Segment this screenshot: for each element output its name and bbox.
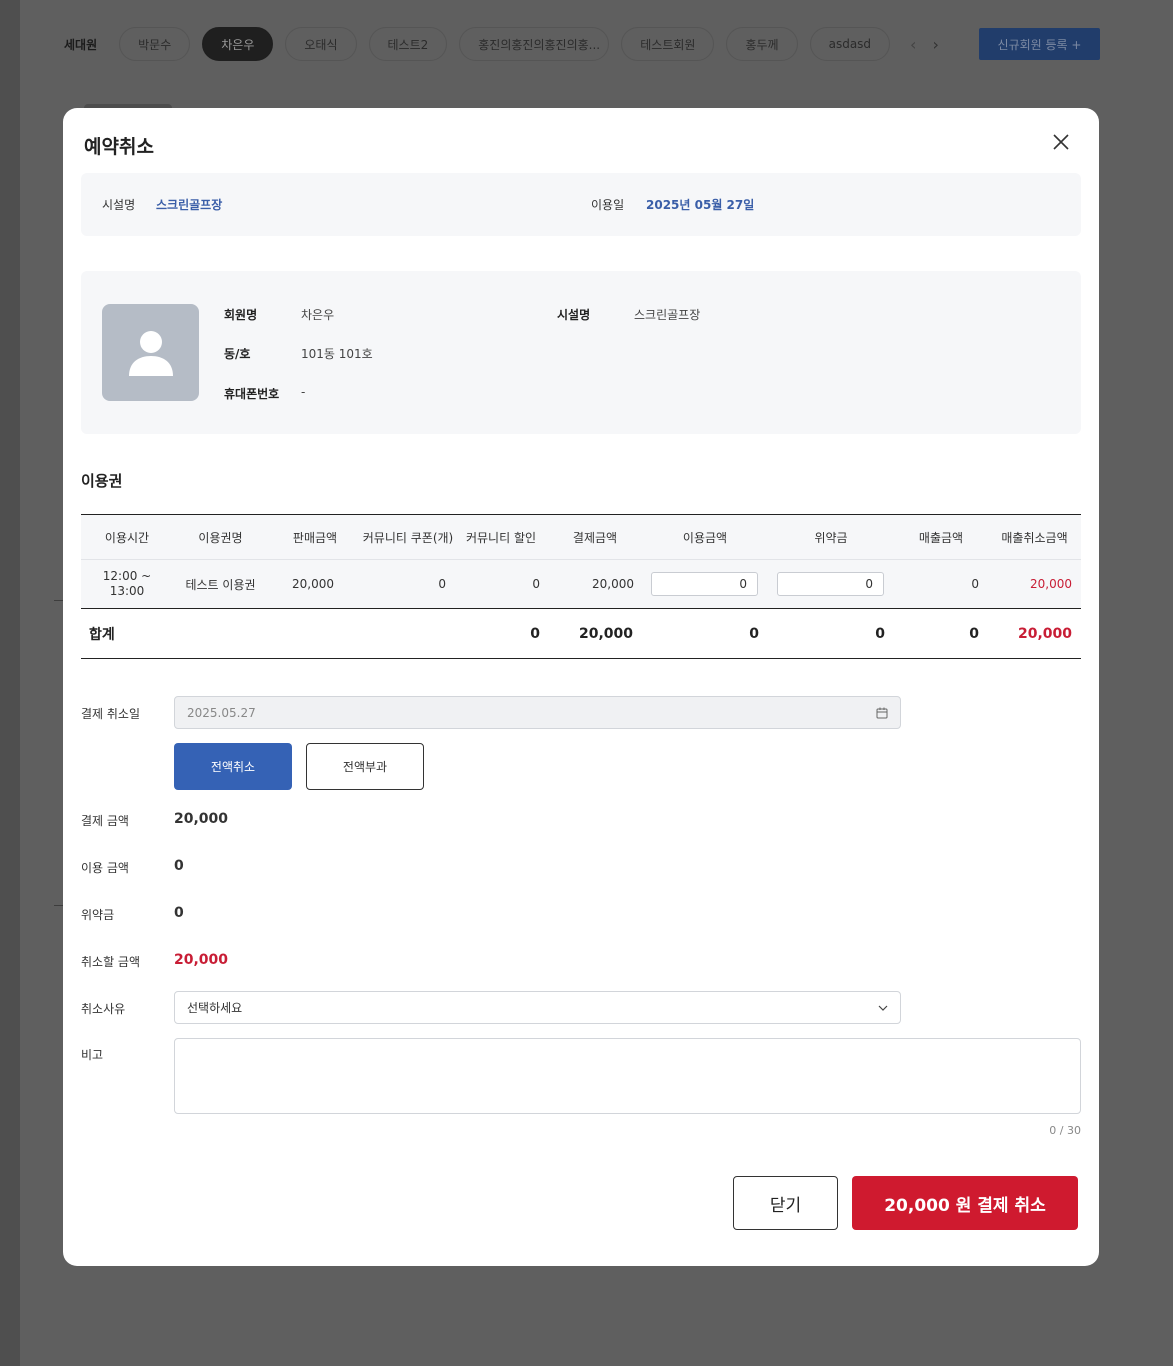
phone-value: - — [301, 385, 306, 399]
total-payment-amount: 20,000 — [578, 625, 633, 642]
sidebar-edge — [0, 0, 20, 1366]
full-charge-button[interactable]: 전액부과 — [306, 743, 424, 790]
usage-amount-cell — [651, 560, 759, 608]
column-header: 커뮤니티 할인 — [465, 530, 537, 545]
unit-label: 동/호 — [224, 347, 251, 361]
member-bar-label: 세대원 — [64, 37, 98, 52]
member-chip-active[interactable]: 차은우 — [202, 27, 274, 61]
sale-amount: 20,000 — [292, 577, 334, 591]
date-label: 이용일 — [591, 198, 625, 212]
penalty-label: 위약금 — [81, 908, 115, 922]
penalty-cell — [777, 560, 885, 608]
cancel-reservation-modal: 예약취소 시설명 스크린골프장 이용일 2025년 05월 27일 회원명 차은… — [63, 108, 1099, 1266]
member-facility-value: 스크린골프장 — [634, 308, 701, 322]
member-chip[interactable]: asdasd — [809, 27, 891, 61]
total-sales-cancel-amount: 20,000 — [1017, 625, 1072, 642]
member-chip[interactable]: 오태식 — [285, 27, 357, 61]
close-icon[interactable] — [1049, 130, 1073, 154]
column-header: 커뮤니티 쿠폰(개) — [362, 530, 454, 545]
chevron-down-icon — [878, 1005, 888, 1011]
member-facility-label: 시설명 — [557, 308, 591, 322]
table-total-row: 합계 0 20,000 0 0 0 20,000 — [81, 609, 1081, 659]
total-community-discount: 0 — [530, 625, 540, 642]
column-header: 판매금액 — [292, 530, 338, 545]
user-icon — [128, 330, 173, 376]
table-row: 12:00 ~ 13:00 테스트 이용권 20,000 0 0 20,000 … — [81, 560, 1081, 609]
cancel-date-label: 결제 취소일 — [81, 707, 141, 721]
ticket-section-title: 이용권 — [81, 472, 123, 490]
phone-label: 휴대폰번호 — [224, 387, 280, 401]
member-chip[interactable]: 테스트회원 — [621, 27, 715, 61]
member-name-label: 회원명 — [224, 308, 258, 322]
cancel-amount-value: 20,000 — [174, 952, 229, 968]
ticket-name: 테스트 이용권 — [185, 577, 256, 592]
sales-cancel-amount: 20,000 — [1030, 577, 1072, 591]
penalty-input[interactable] — [777, 572, 884, 596]
new-member-button[interactable]: 신규회원 등록 + — [979, 28, 1100, 60]
member-chip[interactable]: 박문수 — [119, 27, 191, 61]
column-header: 이용권명 — [198, 530, 243, 545]
member-chip[interactable]: 홍두께 — [726, 27, 798, 61]
total-usage-amount: 0 — [749, 625, 759, 642]
total-sales-amount: 0 — [969, 625, 979, 642]
member-chip[interactable]: 홍진의홍진의홍진의홍... — [459, 27, 610, 61]
column-header: 이용금액 — [682, 530, 728, 545]
payment-amount: 20,000 — [592, 577, 634, 591]
unit-value: 101동 101호 — [301, 347, 373, 361]
avatar — [102, 304, 199, 401]
ticket-table: 이용시간 이용권명 판매금액 커뮤니티 쿠폰(개) 커뮤니티 할인 결제금액 이… — [81, 514, 1081, 659]
payment-amount-value: 20,000 — [174, 811, 229, 827]
coupon-count: 0 — [438, 577, 446, 591]
total-penalty: 0 — [875, 625, 885, 642]
full-cancel-button[interactable]: 전액취소 — [174, 743, 292, 790]
column-header: 이용시간 — [104, 530, 150, 545]
usage-amount-label: 이용 금액 — [81, 861, 129, 875]
member-tabs: 세대원 박문수 차은우 오태식 테스트2 홍진의홍진의홍진의홍... 테스트회원… — [64, 26, 947, 62]
facility-label: 시설명 — [102, 198, 136, 212]
chevron-right-icon[interactable]: › — [932, 35, 938, 54]
table-header: 이용시간 이용권명 판매금액 커뮤니티 쿠폰(개) 커뮤니티 할인 결제금액 이… — [81, 514, 1081, 560]
cancel-payment-button[interactable]: 20,000 원 결제 취소 — [852, 1176, 1078, 1230]
cancel-reason-label: 취소사유 — [81, 1002, 126, 1016]
member-chip[interactable]: 테스트2 — [368, 27, 448, 61]
close-button[interactable]: 닫기 — [733, 1176, 838, 1230]
cancel-amount-label: 취소할 금액 — [81, 955, 141, 969]
member-info: 회원명 차은우 시설명 스크린골프장 동/호 101동 101호 휴대폰번호 - — [81, 271, 1081, 434]
cancel-reason-placeholder: 선택하세요 — [187, 1001, 243, 1015]
memo-counter: 0 / 30 — [1049, 1124, 1081, 1137]
usage-time: 12:00 ~ 13:00 — [102, 569, 152, 598]
cancel-reason-select[interactable]: 선택하세요 — [174, 991, 901, 1024]
community-discount: 0 — [532, 577, 540, 591]
cancel-date-field[interactable]: 2025.05.27 — [174, 696, 901, 729]
column-header: 매출취소금액 — [1001, 530, 1068, 545]
penalty-value: 0 — [174, 905, 184, 921]
usage-amount-input[interactable] — [651, 572, 758, 596]
column-header: 결제금액 — [572, 530, 618, 545]
memo-label: 비고 — [81, 1048, 104, 1062]
facility-value: 스크린골프장 — [156, 198, 223, 212]
cancel-date-value: 2025.05.27 — [187, 705, 256, 720]
modal-title: 예약취소 — [84, 136, 154, 158]
date-value: 2025년 05월 27일 — [646, 198, 755, 212]
usage-amount-value: 0 — [174, 858, 184, 874]
chevron-left-icon[interactable]: ‹ — [910, 35, 916, 54]
reservation-info: 시설명 스크린골프장 이용일 2025년 05월 27일 — [81, 173, 1081, 236]
calendar-icon[interactable] — [876, 707, 888, 719]
column-header: 매출금액 — [918, 530, 964, 545]
sales-amount: 0 — [971, 577, 979, 591]
memo-textarea[interactable] — [174, 1038, 1081, 1114]
column-header: 위약금 — [814, 530, 848, 545]
payment-amount-label: 결제 금액 — [81, 814, 129, 828]
member-name-value: 차은우 — [301, 308, 335, 322]
total-label: 합계 — [89, 626, 115, 643]
